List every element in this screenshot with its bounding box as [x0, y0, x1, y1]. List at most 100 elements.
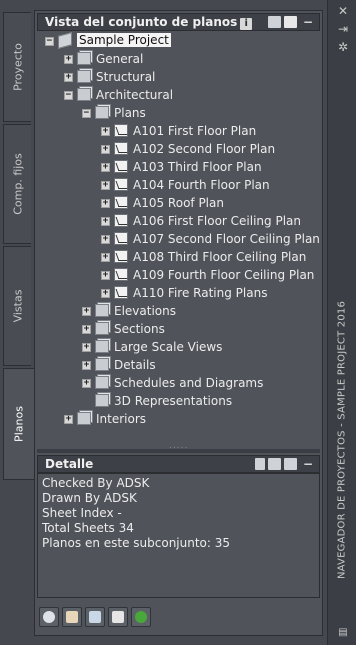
auto-hide-icon[interactable]: ⇥: [336, 22, 350, 36]
tree-node[interactable]: + Interiors: [37, 410, 320, 428]
panel-splitter[interactable]: [37, 441, 320, 453]
expand-icon[interactable]: +: [101, 271, 110, 280]
tree-node-label: A102 Second Floor Plan: [133, 142, 276, 156]
tree-node[interactable]: + A109 Fourth Floor Ceiling Plan: [37, 266, 320, 284]
sheet-icon: [114, 124, 128, 137]
tab-comp-fijos[interactable]: Comp. fijos: [3, 124, 31, 244]
bottom-toolbar: [37, 605, 320, 631]
expand-icon[interactable]: +: [82, 307, 91, 316]
sheet-set-icon: [58, 32, 72, 49]
tree-node-label: Sections: [114, 322, 165, 336]
sheet-icon: [114, 268, 128, 281]
expand-icon[interactable]: +: [101, 145, 110, 154]
refresh-icon[interactable]: [131, 607, 151, 627]
expand-icon[interactable]: +: [82, 325, 91, 334]
tab-proyecto[interactable]: Proyecto: [3, 12, 31, 122]
folder-icon[interactable]: [284, 16, 297, 28]
palette-title-bar[interactable]: ✕ ⇥ ✲ NAVEGADOR DE PROYECTOS - SAMPLE PR…: [327, 0, 356, 645]
detail-line: Planos en este subconjunto: 35: [42, 536, 231, 550]
tree-node[interactable]: − Sample Project: [37, 32, 320, 50]
tree-node[interactable]: − Plans: [37, 104, 320, 122]
subset-icon: [77, 70, 91, 83]
expand-icon[interactable]: +: [101, 217, 110, 226]
sheet-set-tree[interactable]: − Sample Project + General + Structural − Archi…: [37, 32, 320, 449]
sheet-icon: [114, 142, 128, 155]
tree-node[interactable]: + Schedules and Diagrams: [37, 374, 320, 392]
subset-icon: [77, 52, 91, 65]
tab-planos[interactable]: Planos: [3, 368, 34, 480]
expand-icon[interactable]: +: [101, 163, 110, 172]
palette-menu-icon[interactable]: ▤: [336, 626, 350, 640]
view-list-icon[interactable]: [108, 607, 128, 627]
tab-label: Vistas: [11, 289, 24, 323]
collapse-icon[interactable]: −: [82, 109, 91, 118]
tree-node-label: A110 Fire Rating Plans: [133, 286, 268, 300]
sheet-icon: [114, 214, 128, 227]
sheet-list-icon[interactable]: [85, 607, 105, 627]
subset-icon: [95, 340, 109, 353]
tree-node[interactable]: + A105 Roof Plan: [37, 194, 320, 212]
tree-node-label: Large Scale Views: [114, 340, 223, 354]
expand-icon[interactable]: +: [101, 127, 110, 136]
tree-node[interactable]: − Architectural: [37, 86, 320, 104]
tree-node-label: Architectural: [96, 88, 174, 102]
sheet-set-icon[interactable]: [268, 16, 281, 28]
subset-icon: [95, 358, 109, 371]
subset-icon: [95, 304, 109, 317]
tab-vistas[interactable]: Vistas: [3, 246, 31, 366]
sheet-icon: [114, 286, 128, 299]
tree-node-label: A106 First Floor Ceiling Plan: [133, 214, 301, 228]
tree-node[interactable]: + A110 Fire Rating Plans: [37, 284, 320, 302]
tree-node-label: Plans: [114, 106, 146, 120]
sheet-set-view-title: Vista del conjunto de planos i: [45, 15, 253, 30]
tree-node-label: 3D Representations: [114, 394, 233, 408]
tree-node[interactable]: + Sections: [37, 320, 320, 338]
expand-icon[interactable]: +: [82, 379, 91, 388]
tree-node[interactable]: + A104 Fourth Floor Plan: [37, 176, 320, 194]
expand-icon[interactable]: +: [101, 235, 110, 244]
tree-node[interactable]: + Large Scale Views: [37, 338, 320, 356]
preview-icon[interactable]: [268, 458, 281, 470]
subset-icon: [95, 106, 109, 119]
transmittal-icon[interactable]: [62, 607, 82, 627]
gear-icon[interactable]: ✲: [336, 40, 350, 54]
tree-node-label: A101 First Floor Plan: [133, 124, 257, 138]
tree-node[interactable]: + A103 Third Floor Plan: [37, 158, 320, 176]
tree-node[interactable]: + A107 Second Floor Ceiling Plan: [37, 230, 320, 248]
palette-title: NAVEGADOR DE PROYECTOS - SAMPLE PROJECT …: [336, 300, 348, 580]
tree-node[interactable]: + General: [37, 50, 320, 68]
tab-label: Comp. fijos: [11, 153, 24, 215]
expand-icon[interactable]: +: [101, 253, 110, 262]
publish-icon[interactable]: [39, 607, 59, 627]
collapse-icon[interactable]: −: [64, 91, 73, 100]
tree-node[interactable]: + A108 Third Floor Ceiling Plan: [37, 248, 320, 266]
expand-icon[interactable]: +: [82, 361, 91, 370]
expand-icon[interactable]: +: [101, 181, 110, 190]
expand-icon[interactable]: +: [101, 199, 110, 208]
tree-node[interactable]: + A106 First Floor Ceiling Plan: [37, 212, 320, 230]
expand-icon[interactable]: +: [82, 343, 91, 352]
minimize-icon[interactable]: −: [303, 15, 313, 29]
detail-line: Sheet Index -: [42, 506, 122, 520]
tree-node[interactable]: 3D Representations: [37, 392, 320, 410]
sheet-icon: [114, 178, 128, 191]
tree-node-label: Elevations: [114, 304, 176, 318]
detail-view-icon[interactable]: [255, 458, 265, 470]
tree-node-label: A108 Third Floor Ceiling Plan: [133, 250, 307, 264]
minimize-icon[interactable]: −: [303, 457, 313, 471]
expand-icon[interactable]: +: [64, 55, 73, 64]
tree-node-label: Structural: [96, 70, 156, 84]
sheet-set-view-header: Vista del conjunto de planos i −: [37, 13, 320, 31]
tree-node[interactable]: + A101 First Floor Plan: [37, 122, 320, 140]
close-icon[interactable]: ✕: [336, 4, 350, 18]
expand-icon[interactable]: +: [64, 415, 73, 424]
tree-node[interactable]: + Structural: [37, 68, 320, 86]
info-icon[interactable]: i: [240, 18, 253, 30]
tree-node[interactable]: + Elevations: [37, 302, 320, 320]
expand-icon[interactable]: +: [101, 289, 110, 298]
tree-node[interactable]: + Details: [37, 356, 320, 374]
tree-node[interactable]: + A102 Second Floor Plan: [37, 140, 320, 158]
collapse-icon[interactable]: −: [45, 37, 54, 46]
properties-icon[interactable]: [284, 458, 297, 470]
expand-icon[interactable]: +: [64, 73, 73, 82]
